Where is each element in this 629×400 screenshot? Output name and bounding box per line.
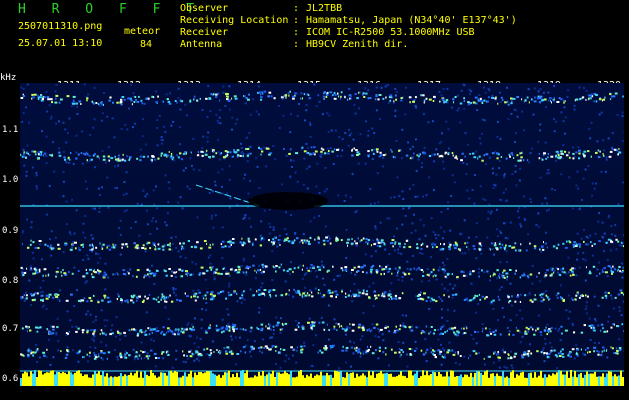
y-tick: 1.1 xyxy=(2,125,19,135)
observer-value: JL2TBB xyxy=(306,3,343,14)
trace-gap xyxy=(248,192,328,210)
observer-label: Observer xyxy=(180,3,229,14)
y-tick: 0.8 xyxy=(2,276,19,286)
meteor-label: meteor xyxy=(124,26,161,37)
location-colon: : xyxy=(293,15,300,26)
app-title: H R O F F T xyxy=(18,2,204,17)
hrofft-spectrogram-window: H R O F F T 2507011310.png meteor 25.07.… xyxy=(0,0,629,400)
antenna-label: Antenna xyxy=(180,39,223,50)
y-tick: 1.0 xyxy=(2,175,19,185)
spectrogram xyxy=(20,83,624,386)
antenna-colon: : xyxy=(293,39,300,50)
receiver-label: Receiver xyxy=(180,27,229,38)
y-unit-label: kHz xyxy=(0,73,17,83)
observer-colon: : xyxy=(293,3,300,14)
meteor-count: 84 xyxy=(140,39,153,50)
file-name: 2507011310.png xyxy=(18,21,103,32)
y-tick: 0.7 xyxy=(2,324,19,334)
antenna-value: HB9CV Zenith dir. xyxy=(306,39,409,50)
capture-datetime: 25.07.01 13:10 xyxy=(18,38,103,49)
location-label: Receiving Location xyxy=(180,15,289,26)
receiver-colon: : xyxy=(293,27,300,38)
y-tick: 0.9 xyxy=(2,226,19,236)
y-tick: 0.6 xyxy=(2,374,19,384)
location-value: Hamamatsu, Japan (N34°40' E137°43') xyxy=(306,15,517,26)
spectrogram-background xyxy=(20,83,624,386)
receiver-value: ICOM IC-R2500 53.1000MHz USB xyxy=(306,27,475,38)
